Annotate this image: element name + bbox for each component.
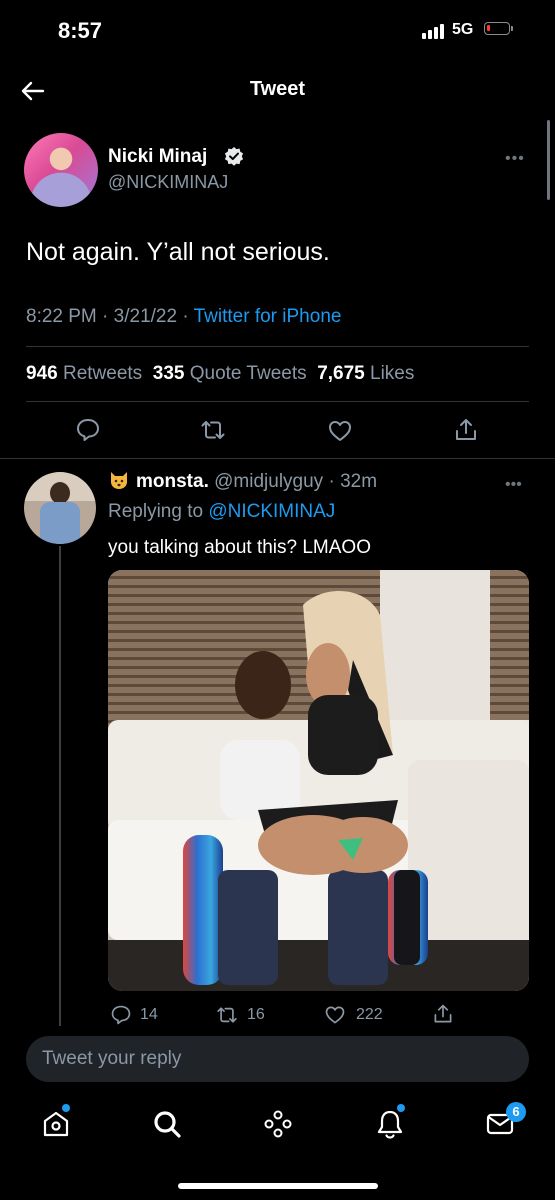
divider xyxy=(0,458,555,459)
share-icon[interactable] xyxy=(453,417,479,443)
home-notification-dot xyxy=(62,1104,70,1112)
network-label: 5G xyxy=(452,21,474,38)
replying-to: Replying to @NICKIMINAJ xyxy=(108,501,335,523)
reply-header: monsta. @midjulyguy · 32m xyxy=(108,470,377,493)
reply-author-handle[interactable]: @midjulyguy xyxy=(214,471,323,492)
retweet-icon[interactable] xyxy=(216,1004,238,1026)
replying-handle-link[interactable]: @NICKIMINAJ xyxy=(208,501,335,522)
tweet-date: 3/21/22 xyxy=(113,306,178,327)
share-icon[interactable] xyxy=(432,1003,454,1025)
likes-label: Likes xyxy=(370,363,415,384)
signal-icon xyxy=(422,24,444,39)
divider xyxy=(26,346,529,347)
tweet-time: 8:22 PM xyxy=(26,306,97,327)
tweet-stats: 946 Retweets 335 Quote Tweets 7,675 Like… xyxy=(26,363,414,385)
home-indicator xyxy=(178,1183,378,1189)
replying-prefix: Replying to xyxy=(108,501,204,522)
avatar[interactable] xyxy=(24,133,98,207)
quotes-label: Quote Tweets xyxy=(189,363,307,384)
retweets-label: Retweets xyxy=(62,363,143,384)
reply-avatar[interactable] xyxy=(24,472,96,544)
more-icon[interactable]: ••• xyxy=(505,150,525,168)
reply-age: 32m xyxy=(340,471,378,492)
reply-input-placeholder: Tweet your reply xyxy=(42,1048,182,1069)
more-icon[interactable]: ••• xyxy=(505,476,522,494)
retweets-stat[interactable]: 946 Retweets xyxy=(26,363,142,384)
author-handle[interactable]: @NICKIMINAJ xyxy=(108,172,228,193)
likes-count: 7,675 xyxy=(317,363,365,384)
reply-author-name[interactable]: monsta. xyxy=(136,471,209,492)
tweet-text: Not again. Y’all not serious. xyxy=(26,238,330,266)
messages-badge: 6 xyxy=(506,1102,526,1122)
status-time: 8:57 xyxy=(58,18,103,43)
tweet-meta: 8:22 PM · 3/21/22 · Twitter for iPhone xyxy=(26,306,342,327)
reply-icon[interactable] xyxy=(110,1004,132,1026)
notifications-dot xyxy=(397,1104,405,1112)
retweets-count: 946 xyxy=(26,363,58,384)
quotes-stat[interactable]: 335 Quote Tweets xyxy=(153,363,307,384)
tweet-source-link[interactable]: Twitter for iPhone xyxy=(194,306,342,327)
notifications-icon[interactable] xyxy=(374,1108,406,1140)
thread-line xyxy=(59,546,61,1026)
reply-media-image[interactable] xyxy=(108,570,529,991)
search-icon[interactable] xyxy=(151,1108,183,1140)
divider xyxy=(26,401,529,402)
battery-icon xyxy=(484,22,513,35)
retweet-count: 16 xyxy=(247,1006,265,1023)
spaces-icon[interactable] xyxy=(262,1108,294,1140)
cat-emoji-icon xyxy=(111,472,127,489)
author-name[interactable]: Nicki Minaj xyxy=(108,146,207,168)
reply-text: you talking about this? LMAOO xyxy=(108,537,371,558)
like-icon[interactable] xyxy=(327,418,353,444)
home-icon[interactable] xyxy=(40,1108,72,1140)
scrollbar[interactable] xyxy=(547,120,550,200)
like-count: 222 xyxy=(356,1006,383,1023)
likes-stat[interactable]: 7,675 Likes xyxy=(317,363,414,384)
quotes-count: 335 xyxy=(152,363,185,384)
reply-icon[interactable] xyxy=(75,417,101,443)
reply-count: 14 xyxy=(140,1006,158,1023)
verified-badge-icon xyxy=(224,147,244,166)
retweet-icon[interactable] xyxy=(200,417,226,443)
page-title: Tweet xyxy=(249,78,306,100)
like-icon[interactable] xyxy=(324,1004,346,1026)
